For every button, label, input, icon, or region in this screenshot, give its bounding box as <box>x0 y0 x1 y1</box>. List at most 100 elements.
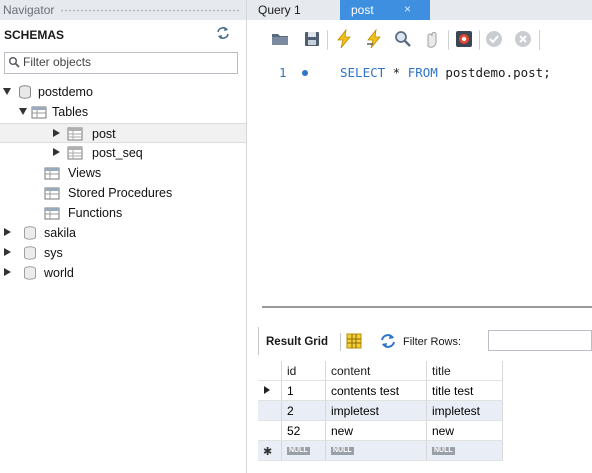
table-row[interactable]: 2 impletest impletest <box>258 400 503 421</box>
table-row[interactable]: 52 new new <box>258 420 503 441</box>
result-grid-table: id content title 1 contents test title t… <box>258 361 503 461</box>
expand-toggle[interactable] <box>4 248 11 256</box>
filter-rows-label: Filter Rows: <box>403 336 462 348</box>
refresh-icon[interactable] <box>380 333 396 349</box>
tree-item-tables[interactable]: Tables <box>0 102 246 122</box>
query-tab-bar: Query 1 post × <box>247 0 592 20</box>
cell-content[interactable]: contents test <box>325 380 427 401</box>
new-row-icon: ✱ <box>263 446 273 458</box>
expand-toggle[interactable] <box>53 148 60 156</box>
table-icon <box>67 127 83 141</box>
line-number: 1 <box>279 65 287 80</box>
tree-item-views[interactable]: Views <box>0 163 246 183</box>
expand-toggle[interactable] <box>3 88 11 95</box>
column-header-content[interactable]: content <box>325 361 427 381</box>
filter-objects-input[interactable] <box>23 54 233 70</box>
panel-splitter[interactable] <box>262 306 592 308</box>
filter-objects-field[interactable] <box>4 52 238 74</box>
cell-title[interactable]: impletest <box>426 400 503 421</box>
tree-item-post-seq[interactable]: post_seq <box>0 143 246 163</box>
row-indicator <box>258 380 282 401</box>
result-grid-label[interactable]: Result Grid <box>266 336 328 348</box>
grid-icon[interactable] <box>346 333 362 349</box>
schema-world[interactable]: world <box>0 263 246 283</box>
cell-id[interactable]: 1 <box>281 380 326 401</box>
cell-id[interactable]: 2 <box>281 400 326 421</box>
current-row-icon <box>264 386 270 394</box>
row-indicator <box>258 420 282 441</box>
schemas-header: SCHEMAS <box>0 20 246 48</box>
sql-editor[interactable]: 1 SELECT * FROM postdemo.post; <box>247 58 592 306</box>
tree-item-stored-procedures[interactable]: Stored Procedures <box>0 183 246 203</box>
cell-content[interactable]: impletest <box>325 400 427 421</box>
sql-keyword: FROM <box>407 65 438 80</box>
database-icon <box>24 266 36 280</box>
toggle-error-icon[interactable] <box>454 29 474 49</box>
row-indicator-header <box>258 361 282 381</box>
database-icon <box>19 85 31 99</box>
schema-sakila[interactable]: sakila <box>0 223 246 243</box>
commit-icon[interactable] <box>484 29 504 49</box>
toolbar-separator <box>340 333 341 351</box>
sql-text: * <box>385 65 408 80</box>
row-indicator <box>258 400 282 421</box>
cell-content[interactable]: new <box>325 420 427 441</box>
null-badge: NULL <box>287 447 310 456</box>
sql-toolbar <box>247 20 592 58</box>
cell-id[interactable]: NULL <box>281 440 326 461</box>
schemas-label: SCHEMAS <box>4 28 65 42</box>
tab-query-1[interactable]: Query 1 <box>247 0 340 20</box>
execute-current-icon[interactable] <box>364 29 384 49</box>
refresh-icon[interactable] <box>216 26 230 40</box>
new-row[interactable]: ✱ NULL NULL NULL <box>258 440 503 461</box>
toolbar-separator <box>448 30 449 50</box>
navigator-header: Navigator <box>0 0 246 20</box>
tree-label: post_seq <box>92 146 143 160</box>
column-header-id[interactable]: id <box>281 361 326 381</box>
close-icon[interactable]: × <box>404 2 411 16</box>
save-icon[interactable] <box>302 29 322 49</box>
sql-text: postdemo.post; <box>437 65 551 80</box>
expand-toggle[interactable] <box>19 108 27 115</box>
row-indicator: ✱ <box>258 440 282 461</box>
database-icon <box>24 246 36 260</box>
explain-icon[interactable] <box>393 29 413 49</box>
column-header-title[interactable]: title <box>426 361 503 381</box>
table-icon <box>67 146 83 160</box>
cell-title[interactable]: NULL <box>426 440 503 461</box>
tab-label: post <box>351 3 374 17</box>
cell-content[interactable]: NULL <box>325 440 427 461</box>
sql-keyword: SELECT <box>340 65 386 80</box>
schema-postdemo[interactable]: postdemo <box>0 82 246 102</box>
schema-sys[interactable]: sys <box>0 243 246 263</box>
null-badge: NULL <box>432 447 455 456</box>
tree-item-post[interactable]: post <box>0 123 246 143</box>
cell-id[interactable]: 52 <box>281 420 326 441</box>
toolbar-separator <box>327 30 328 50</box>
expand-toggle[interactable] <box>53 129 60 137</box>
cell-title[interactable]: new <box>426 420 503 441</box>
rollback-icon[interactable] <box>513 29 533 49</box>
expand-toggle[interactable] <box>4 268 11 276</box>
execute-icon[interactable] <box>334 29 354 49</box>
stop-icon[interactable] <box>422 29 442 49</box>
tab-post[interactable]: post × <box>340 0 430 20</box>
cell-title[interactable]: title test <box>426 380 503 401</box>
open-folder-icon[interactable] <box>270 29 290 49</box>
tree-label: Functions <box>68 206 123 220</box>
filter-rows-input[interactable] <box>488 330 592 351</box>
drag-grip[interactable] <box>60 9 240 12</box>
navigator-title: Navigator <box>3 3 55 17</box>
tree-item-functions[interactable]: Functions <box>0 203 246 223</box>
tree-label: post <box>92 127 116 141</box>
database-icon <box>24 226 36 240</box>
schema-label: sakila <box>44 226 76 240</box>
expand-toggle[interactable] <box>4 228 11 236</box>
table-row[interactable]: 1 contents test title test <box>258 380 503 401</box>
header-row: id content title <box>258 361 503 381</box>
tab-label: Query 1 <box>258 3 301 17</box>
statement-marker <box>302 70 308 76</box>
toolbar-separator <box>539 30 540 50</box>
toolbar-border <box>258 327 259 355</box>
sql-statement[interactable]: SELECT * FROM postdemo.post; <box>340 65 551 80</box>
